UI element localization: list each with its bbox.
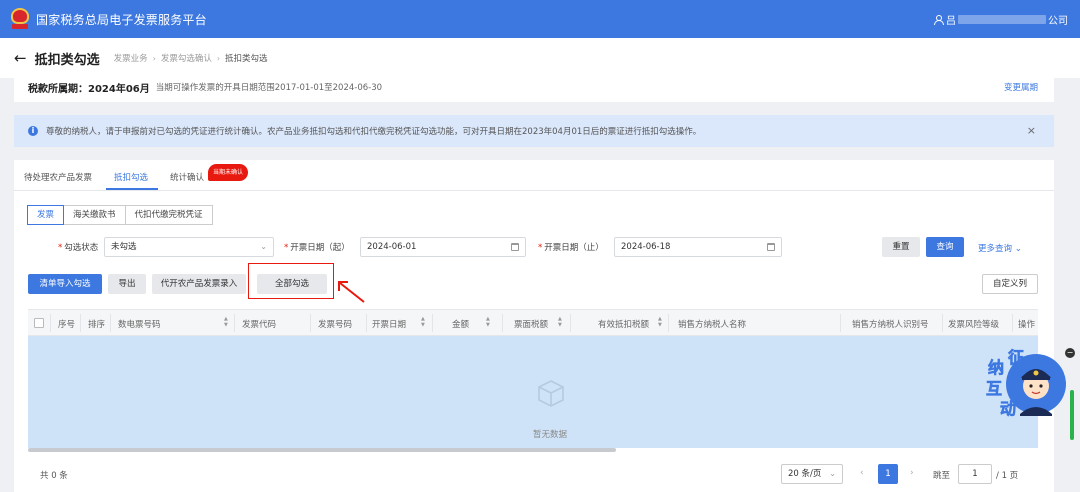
table-header: 序号 排序 数电票号码 ▲ ▼ 发票代码 发票号码 开票日期 ▲ ▼ 金额 ▲ ▼ 票… xyxy=(28,309,1038,336)
chevron-down-icon: ⌄ xyxy=(1014,244,1022,254)
column-header: 销售方纳税人名称 xyxy=(678,320,747,330)
empty-state-text: 暂无数据 xyxy=(533,430,568,440)
column-header: 操作 xyxy=(1018,320,1036,330)
status-badge: 当期未确认 xyxy=(208,164,249,181)
more-search-link[interactable]: 更多查询 ⌄ xyxy=(978,242,1022,254)
page-size-value: 20 条/页 xyxy=(788,469,822,479)
notice-banner: i 尊敬的纳税人，请于申报前对已勾选的凭证进行统计确认。农产品业务抵扣勾选和代扣… xyxy=(14,115,1054,147)
mascot-assistant-icon[interactable]: 征 纳 互 动 xyxy=(976,344,1066,422)
breadcrumb-item[interactable]: 发票业务 xyxy=(114,52,148,64)
jump-label: 跳至 xyxy=(933,471,951,481)
subtab-customs-payment[interactable]: 海关缴款书 xyxy=(63,205,126,225)
breadcrumb-item[interactable]: 发票勾选确认 xyxy=(161,52,212,64)
date-to-label: * 开票日期（止） xyxy=(538,243,604,253)
page-size-select[interactable]: 20 条/页 ⌄ xyxy=(781,464,843,484)
period-bar: 税款所属期： 2024年06月 当期可操作发票的开具日期范围2017-01-01… xyxy=(14,72,1054,102)
horizontal-scrollbar[interactable] xyxy=(28,448,616,452)
change-period-link[interactable]: 变更属期 xyxy=(1004,81,1038,93)
tab-statistics-confirm[interactable]: 统计确认 xyxy=(170,171,204,183)
date-from-label: * 开票日期（起） xyxy=(284,243,350,253)
period-range: 当期可操作发票的开具日期范围2017-01-01至2024-06-30 xyxy=(155,83,383,93)
column-header: 序号 xyxy=(58,320,76,330)
status-select[interactable]: 未勾选 ⌄ xyxy=(104,237,274,257)
date-to-input[interactable]: 2024-06-18 xyxy=(614,237,782,257)
column-header[interactable]: 排序 xyxy=(88,318,105,330)
import-check-button[interactable]: 清单导入勾选 xyxy=(28,274,102,294)
back-arrow-icon[interactable]: ← xyxy=(14,49,27,67)
user-name-redacted xyxy=(958,15,1046,24)
status-filter-label: * 勾选状态 xyxy=(58,243,99,253)
period-label: 税款所属期： xyxy=(28,83,88,95)
reset-button[interactable]: 重置 xyxy=(882,237,920,257)
chevron-right-icon: › xyxy=(216,53,221,63)
sort-icon[interactable]: ▲ ▼ xyxy=(658,316,662,328)
subtab-withholding-certificate[interactable]: 代扣代缴完税凭证 xyxy=(124,205,213,225)
sort-icon[interactable]: ▲ ▼ xyxy=(224,316,228,328)
agri-invoice-entry-button[interactable]: 代开农产品发票录入 xyxy=(152,274,246,294)
sort-icon[interactable]: ▲ ▼ xyxy=(558,316,562,328)
breadcrumb-current: 抵扣类勾选 xyxy=(225,54,268,64)
custom-columns-button[interactable]: 自定义列 xyxy=(982,274,1038,294)
info-icon: i xyxy=(28,126,38,136)
column-header: 发票号码 xyxy=(318,320,353,330)
user-name-suffix: 公司 xyxy=(1048,16,1068,27)
main-card: 待处理农产品发票 抵扣勾选 统计确认 当期未确认 发票 海关缴款书 代扣代缴完税… xyxy=(14,160,1054,492)
mascot-char: 互 xyxy=(986,379,1002,398)
period-value: 2024年06月 xyxy=(88,83,150,95)
tab-deduction-check[interactable]: 抵扣勾选 xyxy=(114,171,148,183)
mascot-char: 动 xyxy=(1000,399,1016,418)
annotation-arrow-icon xyxy=(338,281,365,303)
user-name-prefix: 吕 xyxy=(946,16,956,27)
user-menu[interactable]: 吕 公司 xyxy=(933,12,1068,27)
sort-icon[interactable]: ▲ ▼ xyxy=(486,316,490,328)
status-select-value: 未勾选 xyxy=(111,242,137,252)
date-to-value: 2024-06-18 xyxy=(621,242,671,252)
notice-text: 尊敬的纳税人，请于申报前对已勾选的凭证进行统计确认。农产品业务抵扣勾选和代扣代缴… xyxy=(46,127,702,137)
search-button[interactable]: 查询 xyxy=(926,237,964,257)
date-from-input[interactable]: 2024-06-01 xyxy=(360,237,526,257)
chevron-down-icon: ⌄ xyxy=(260,242,267,251)
column-header: 发票代码 xyxy=(242,320,277,330)
column-header[interactable]: 金额 xyxy=(452,318,469,330)
column-header: 发票风险等级 xyxy=(948,320,1000,330)
user-icon xyxy=(933,14,944,25)
page-number-current[interactable]: 1 xyxy=(878,464,898,484)
vertical-scrollbar[interactable] xyxy=(1070,390,1074,440)
collapse-icon[interactable]: − xyxy=(1065,348,1075,358)
column-header[interactable]: 数电票号码 xyxy=(118,318,161,330)
column-header: 销售方纳税人识别号 xyxy=(852,320,929,330)
column-header[interactable]: 有效抵扣税额 xyxy=(598,318,649,330)
total-count: 共 0 条 xyxy=(40,471,68,481)
table-body: 暂无数据 xyxy=(28,336,1038,448)
tab-pending-agri-invoices[interactable]: 待处理农产品发票 xyxy=(24,171,92,183)
sub-tab-group: 发票 海关缴款书 代扣代缴完税凭证 xyxy=(27,205,213,225)
mascot-char: 纳 xyxy=(988,358,1004,377)
active-tab-indicator xyxy=(106,188,158,190)
jump-page-input[interactable]: 1 xyxy=(958,464,992,484)
empty-box-icon xyxy=(538,380,564,407)
subtab-invoice[interactable]: 发票 xyxy=(27,205,65,225)
annotation-highlight-box xyxy=(248,263,334,299)
export-button[interactable]: 导出 xyxy=(108,274,146,294)
page-title: 抵扣类勾选 xyxy=(34,52,100,68)
mascot-char: 征 xyxy=(1008,348,1024,367)
select-all-checkbox[interactable] xyxy=(34,318,44,328)
column-header[interactable]: 票面税额 xyxy=(514,318,548,330)
chevron-down-icon: ⌄ xyxy=(829,469,836,478)
prev-page-icon[interactable]: ‹ xyxy=(860,468,864,478)
next-page-icon[interactable]: › xyxy=(910,468,914,478)
tab-bar: 待处理农产品发票 抵扣勾选 统计确认 当期未确认 xyxy=(14,160,1054,191)
sort-icon[interactable]: ▲ ▼ xyxy=(421,316,425,328)
total-pages: / 1 页 xyxy=(996,471,1019,481)
app-title: 国家税务总局电子发票服务平台 xyxy=(36,12,207,27)
calendar-icon xyxy=(511,243,519,251)
column-header[interactable]: 开票日期 xyxy=(372,318,406,330)
chevron-right-icon: › xyxy=(152,53,156,63)
date-from-value: 2024-06-01 xyxy=(367,242,417,252)
calendar-icon xyxy=(767,243,775,251)
tax-emblem-icon xyxy=(10,8,30,30)
close-icon[interactable]: × xyxy=(1027,124,1036,137)
top-bar: 国家税务总局电子发票服务平台 吕 公司 xyxy=(0,0,1080,38)
